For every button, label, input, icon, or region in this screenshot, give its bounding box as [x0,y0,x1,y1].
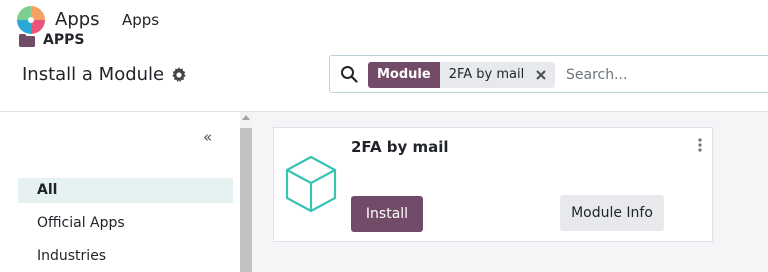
facet-value: 2FA by mail [439,62,556,88]
sidebar-item-label: Official Apps [37,215,125,231]
top-navbar: Apps Apps [0,0,768,40]
sidebar-item-all[interactable]: All [18,178,233,203]
sidebar-item-label: Industries [37,248,107,264]
menu-apps[interactable]: Apps [122,11,159,29]
kebab-menu-icon[interactable] [697,137,703,153]
sidebar-category-apps[interactable]: APPS [43,32,84,48]
folder-icon [19,34,35,47]
cube-icon [285,155,337,213]
search-bar[interactable]: Module 2FA by mail [329,55,768,93]
scroll-up-arrow-icon[interactable] [242,115,250,120]
search-icon[interactable] [340,65,358,83]
sidebar-scrollbar-thumb[interactable] [240,128,252,272]
facet-label: Module [368,62,440,88]
module-title: 2FA by mail [351,138,449,156]
sidebar-item-official-apps[interactable]: Official Apps [18,211,233,236]
collapse-sidebar-icon[interactable]: « [203,128,212,146]
sidebar-item-industries[interactable]: Industries [18,244,233,269]
module-info-button[interactable]: Module Info [560,195,664,231]
search-input[interactable] [566,64,766,86]
sidebar-item-label: All [37,182,58,198]
facet-value-text: 2FA by mail [448,67,525,82]
search-facet: Module 2FA by mail [368,62,556,88]
close-icon[interactable] [535,69,547,81]
app-name[interactable]: Apps [55,9,100,30]
page-title: Install a Module [22,64,165,85]
install-button[interactable]: Install [351,196,423,232]
gear-icon[interactable] [171,67,187,83]
odoo-apps-logo-icon[interactable] [16,5,46,35]
